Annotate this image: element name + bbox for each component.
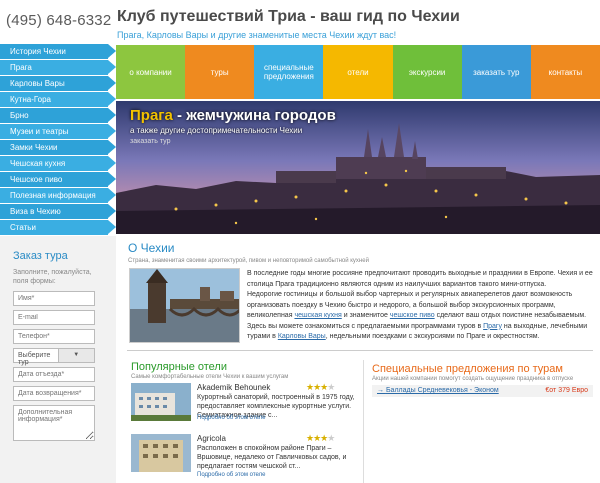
sidebar-item-kutna-hora[interactable]: Кутна-Гора: [0, 92, 116, 107]
charles-bridge-image: [129, 268, 240, 343]
offer-row: → Баллады Средневековья - Эконом €от 379…: [372, 385, 593, 397]
sidebar-item-cuisine[interactable]: Чешская кухня: [0, 156, 116, 171]
star-icon: ★: [327, 382, 335, 392]
offer-link[interactable]: → Баллады Средневековья - Эконом: [377, 387, 499, 394]
hotel-description: Расположен в спокойном районе Праги – Вр…: [197, 445, 347, 470]
chevron-down-icon[interactable]: ▼: [57, 349, 94, 362]
cuisine-link[interactable]: чешская кухня: [294, 312, 341, 319]
phone-number: (495) 648-6332: [6, 12, 112, 29]
sidebar-item-karlovy-vary[interactable]: Карловы Вары: [0, 76, 116, 91]
departure-date-field[interactable]: [13, 367, 95, 382]
top-nav: о компании туры специальные предложения …: [116, 45, 600, 99]
hotel-more-link[interactable]: Подробно об этом отеле: [197, 415, 266, 421]
about-p2-text-b: и знаменитое: [341, 312, 390, 319]
hotel-building-illustration: [131, 383, 191, 421]
hero-title-accent: Прага: [130, 107, 173, 124]
hotel-name[interactable]: Agricola: [197, 434, 226, 443]
hotel-card: Akademik Behounek ★★★★ Курортный санатор…: [131, 382, 356, 423]
hotel-image[interactable]: [131, 383, 191, 421]
sidebar-nav: История Чехии Прага Карловы Вары Кутна-Г…: [0, 44, 116, 236]
tour-order-form: Заказ тура Заполните, пожалуйста, поля ф…: [0, 236, 116, 483]
hotels-tagline: Самые комфортабельные отели Чехии к ваши…: [131, 374, 289, 380]
charles-bridge-illustration: [130, 269, 239, 342]
sidebar-item-useful-info[interactable]: Полезная информация: [0, 188, 116, 203]
about-p3-text-c: , недельными поездками с экскурсиями по …: [325, 333, 540, 340]
site-subtitle: Прага, Карловы Вары и другие знаменитые …: [117, 30, 397, 40]
offers-tagline: Акции нашей компании помогут создать ощу…: [372, 376, 574, 382]
star-rating: ★★★★: [306, 382, 335, 393]
tab-about-company[interactable]: о компании: [116, 45, 186, 99]
phone-field[interactable]: [13, 329, 95, 344]
sidebar-item-prague[interactable]: Прага: [0, 60, 116, 75]
section-divider: [127, 350, 593, 351]
hero-title-rest: - жемчужина городов: [172, 107, 336, 124]
column-separator: [363, 360, 364, 483]
about-p3-text-a: Здесь вы можете ознакомиться с предлагае…: [247, 322, 484, 330]
offers-heading: Специальные предложения по турам: [372, 363, 563, 375]
tour-select[interactable]: Выберите тур ▼: [13, 348, 95, 366]
about-paragraph-2: Недорогие гостиницы и большой выбор чарт…: [247, 290, 593, 322]
name-field[interactable]: [13, 291, 95, 306]
hotels-heading: Популярные отели: [131, 361, 227, 373]
hero-subtitle: а также другие достопримечательности Чех…: [130, 126, 303, 135]
form-note: Заполните, пожалуйста, поля формы:: [13, 269, 92, 285]
sidebar-item-castles[interactable]: Замки Чехии: [0, 140, 116, 155]
karlovy-vary-link[interactable]: Карловы Вары: [278, 333, 326, 340]
email-field[interactable]: [13, 310, 95, 325]
tour-select-value: Выберите тур: [18, 352, 51, 366]
star-icon: ★: [327, 433, 335, 443]
extra-info-field[interactable]: [13, 405, 95, 441]
about-paragraph-3: Здесь вы можете ознакомиться с предлагае…: [247, 322, 593, 343]
sidebar-item-beer[interactable]: Чешское пиво: [0, 172, 116, 187]
about-heading: О Чехии: [128, 241, 175, 255]
tab-hotels[interactable]: отели: [323, 45, 393, 99]
sidebar-item-articles[interactable]: Статьи: [0, 220, 116, 235]
tab-contacts[interactable]: контакты: [530, 45, 600, 99]
offer-price: €от 379 Евро: [545, 387, 588, 394]
prague-link[interactable]: Прагу: [483, 323, 502, 330]
hero-order-link[interactable]: заказать тур: [130, 138, 170, 145]
tab-special-offers[interactable]: специальные предложения: [254, 45, 324, 99]
about-p2-text-c: сделают ваш отдых поистине незабываемым.: [434, 312, 587, 319]
hotel-building-illustration: [131, 434, 191, 472]
form-title: Заказ тура: [13, 250, 68, 262]
offer-label: Баллады Средневековья - Эконом: [385, 387, 499, 394]
return-date-field[interactable]: [13, 386, 95, 401]
hotel-name[interactable]: Akademik Behounek: [197, 383, 270, 392]
about-paragraph-1: В последние годы многие россияне предпоч…: [247, 270, 593, 288]
sidebar-item-museums[interactable]: Музеи и театры: [0, 124, 116, 139]
tab-excursions[interactable]: экскурсии: [392, 45, 462, 99]
tab-tours[interactable]: туры: [185, 45, 255, 99]
tab-order-tour[interactable]: заказать тур: [461, 45, 531, 99]
beer-link[interactable]: чешское пиво: [390, 312, 435, 319]
hotel-card: Agricola ★★★★ Расположен в спокойном рай…: [131, 433, 356, 478]
hotel-more-link[interactable]: Подробно об этом отеле: [197, 472, 266, 478]
hero-title: Прага - жемчужина городов: [130, 107, 336, 124]
site-title: Клуб путешествий Триа - ваш гид по Чехии: [117, 8, 460, 25]
hero-banner: Прага - жемчужина городов а также другие…: [116, 101, 600, 234]
star-rating: ★★★★: [306, 433, 335, 444]
sidebar-item-brno[interactable]: Брно: [0, 108, 116, 123]
about-text: В последние годы многие россияне предпоч…: [247, 269, 593, 343]
about-tagline: Страна, знаменитая своими архитектурой, …: [128, 258, 369, 264]
sidebar-item-history[interactable]: История Чехии: [0, 44, 116, 59]
hotel-image[interactable]: [131, 434, 191, 472]
sidebar-item-visa[interactable]: Виза в Чехию: [0, 204, 116, 219]
